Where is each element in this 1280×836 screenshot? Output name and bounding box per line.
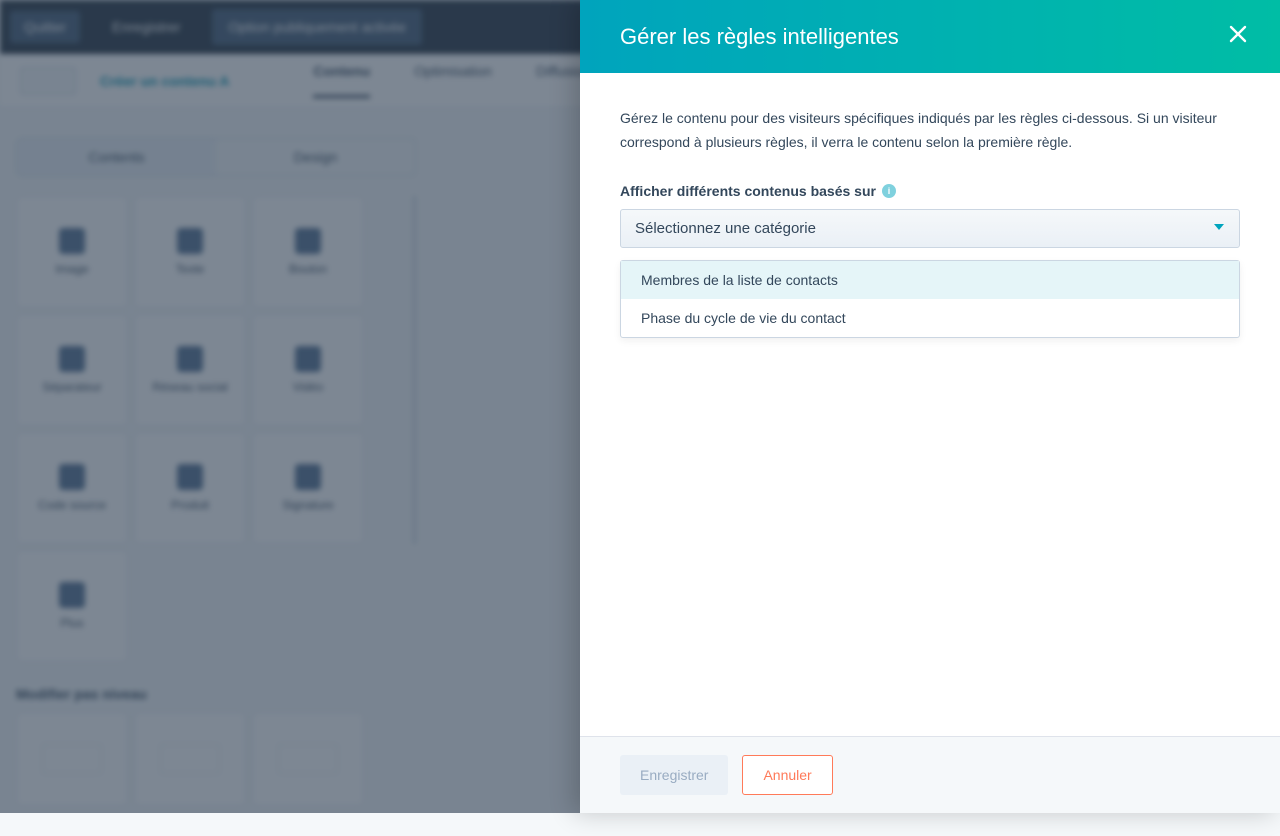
caret-down-icon <box>1213 220 1225 237</box>
category-dropdown: Membres de la liste de contacts Phase du… <box>620 260 1240 338</box>
panel-intro-text: Gérez le contenu pour des visiteurs spéc… <box>620 107 1240 155</box>
category-select[interactable]: Sélectionnez une catégorie <box>620 209 1240 248</box>
info-icon[interactable]: i <box>882 184 896 198</box>
category-field-label-text: Afficher différents contenus basés sur <box>620 183 876 199</box>
category-select-value: Sélectionnez une catégorie <box>635 220 816 237</box>
panel-body: Gérez le contenu pour des visiteurs spéc… <box>580 73 1280 736</box>
smart-rules-panel: Gérer les règles intelligentes Gérez le … <box>580 0 1280 813</box>
dropdown-option-contact-list[interactable]: Membres de la liste de contacts <box>621 261 1239 299</box>
panel-footer: Enregistrer Annuler <box>580 736 1280 813</box>
panel-header: Gérer les règles intelligentes <box>580 0 1280 73</box>
cancel-button[interactable]: Annuler <box>742 755 832 795</box>
save-button[interactable]: Enregistrer <box>620 755 728 795</box>
dropdown-option-lifecycle-phase[interactable]: Phase du cycle de vie du contact <box>621 299 1239 337</box>
panel-title: Gérer les règles intelligentes <box>620 24 899 50</box>
close-icon <box>1228 24 1248 44</box>
close-button[interactable] <box>1224 20 1252 53</box>
category-field-label: Afficher différents contenus basés sur i <box>620 183 1240 199</box>
